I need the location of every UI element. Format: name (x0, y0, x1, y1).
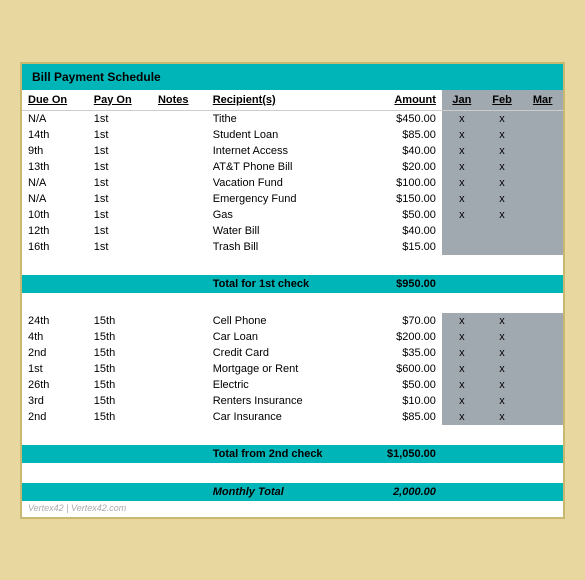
table-row: N/A1stEmergency Fund$150.00xx (22, 191, 563, 207)
table-row: 2nd15thCar Insurance$85.00xx (22, 409, 563, 425)
bill-payment-table: Due On Pay On Notes Recipient(s) Amount … (22, 90, 563, 501)
table-row: 9th1stInternet Access$40.00xx (22, 143, 563, 159)
first-check-total-row: Total for 1st check $950.00 (22, 275, 563, 293)
table-row: 1st15thMortgage or Rent$600.00xx (22, 361, 563, 377)
watermark: Vertex42 | Vertex42.com (22, 501, 563, 517)
table-row: N/A1stTithe$450.00xx (22, 110, 563, 127)
header-recipients: Recipient(s) (207, 90, 364, 111)
spacer-row (22, 425, 563, 445)
header-feb: Feb (482, 90, 523, 111)
table-row: 12th1stWater Bill$40.00 (22, 223, 563, 239)
table-row: 4th15thCar Loan$200.00xx (22, 329, 563, 345)
spacer-row (22, 293, 563, 313)
spacer-row (22, 463, 563, 483)
table-row: 24th15thCell Phone$70.00xx (22, 313, 563, 329)
table-row: 3rd15thRenters Insurance$10.00xx (22, 393, 563, 409)
monthly-total-row: Monthly Total 2,000.00 (22, 483, 563, 501)
table-row: 14th1stStudent Loan$85.00xx (22, 127, 563, 143)
header-mar: Mar (522, 90, 563, 111)
spreadsheet-container: Bill Payment Schedule Due On Pay On Note… (20, 62, 565, 519)
header-due-on: Due On (22, 90, 88, 111)
table-row: N/A1stVacation Fund$100.00xx (22, 175, 563, 191)
header-amount: Amount (363, 90, 441, 111)
header-notes: Notes (152, 90, 207, 111)
table-row: 2nd15thCredit Card$35.00xx (22, 345, 563, 361)
table-row: 10th1stGas$50.00xx (22, 207, 563, 223)
spreadsheet-title: Bill Payment Schedule (32, 70, 161, 84)
table-row: 16th1stTrash Bill$15.00 (22, 239, 563, 255)
table-row: 13th1stAT&T Phone Bill$20.00xx (22, 159, 563, 175)
spacer-row (22, 255, 563, 275)
header-jan: Jan (442, 90, 482, 111)
header-pay-on: Pay On (88, 90, 152, 111)
table-row: 26th15thElectric$50.00xx (22, 377, 563, 393)
title-bar: Bill Payment Schedule (22, 64, 563, 90)
second-check-total-row: Total from 2nd check $1,050.00 (22, 445, 563, 463)
